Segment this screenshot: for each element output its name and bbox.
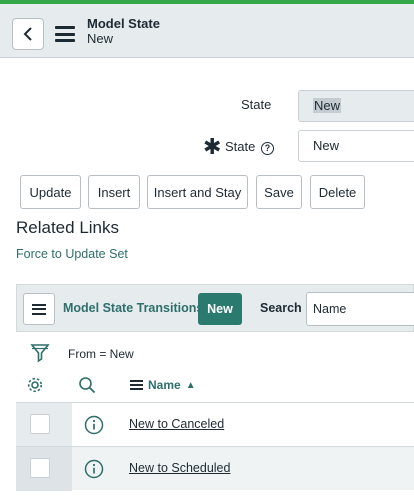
table-row: New to Scheduled [16,446,414,491]
related-list-toolbar: Model State Transitions New Search Name [16,284,414,332]
sort-ascending-icon: ▲ [185,379,196,391]
gear-icon[interactable] [26,376,44,397]
name-column-header[interactable]: Name ▲ [130,378,196,392]
filter-icon[interactable] [30,343,50,366]
column-menu-icon[interactable] [130,380,143,390]
required-asterisk-icon: ✱ [203,134,222,159]
form-header: Model State New [0,4,414,58]
readonly-state-value: New [313,98,342,113]
row-checkbox[interactable] [30,414,50,434]
list-menu-button[interactable] [23,293,55,325]
search-icon[interactable] [78,376,96,397]
menu-icon[interactable] [55,26,75,42]
filter-breadcrumb[interactable]: From = New [68,347,134,361]
state-label: State ? [225,139,274,155]
readonly-state-field: New [298,90,414,122]
row-name-link[interactable]: New to Scheduled [129,461,230,475]
info-icon[interactable] [84,415,104,438]
row-checkbox[interactable] [30,458,50,478]
help-icon[interactable]: ? [260,141,274,155]
search-field-select[interactable]: Name [306,292,414,326]
update-button[interactable]: Update [20,175,81,209]
save-button[interactable]: Save [256,175,302,209]
readonly-state-label: State [241,97,272,112]
related-list-title[interactable]: Model State Transitions [63,301,203,315]
insert-and-stay-button[interactable]: Insert and Stay [147,175,248,209]
new-button[interactable]: New [198,293,242,325]
state-select[interactable]: New [298,130,414,162]
info-icon[interactable] [84,459,104,482]
search-label: Search [260,301,302,315]
related-links-heading: Related Links [16,218,120,237]
page-subtitle: New [87,31,114,46]
name-column-label[interactable]: Name [148,378,181,392]
chevron-left-icon [23,27,32,41]
force-update-set-link[interactable]: Force to Update Set [16,247,128,261]
back-button[interactable] [12,18,44,50]
list-menu-icon [32,303,46,315]
table-row: New to Canceled [16,402,414,447]
delete-button[interactable]: Delete [310,175,365,209]
state-label-text: State [225,139,256,154]
insert-button[interactable]: Insert [88,175,140,209]
row-name-link[interactable]: New to Canceled [129,417,224,431]
page-title: Model State [87,16,160,31]
